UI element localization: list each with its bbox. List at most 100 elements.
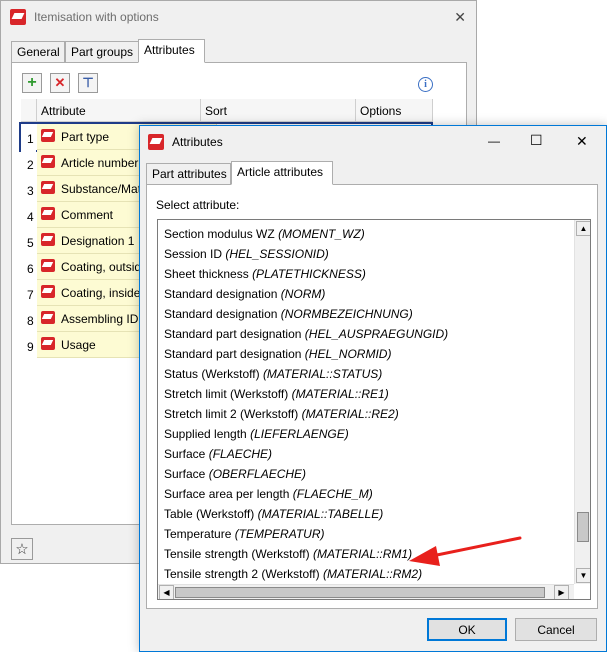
scroll-right-icon: ▶ <box>558 588 565 597</box>
list-item[interactable]: Table (Werkstoff) (MATERIAL::TABELLE) <box>164 504 383 524</box>
add-button[interactable]: + <box>22 73 42 93</box>
list-item-key: (HEL_NORMID) <box>304 347 392 361</box>
attribute-icon <box>41 129 55 142</box>
itemisation-title: Itemisation with options <box>34 10 159 24</box>
ok-button[interactable]: OK <box>427 618 507 641</box>
scroll-down-icon: ▼ <box>579 571 588 580</box>
list-item[interactable]: Supplied length (LIEFERLAENGE) <box>164 424 349 444</box>
vertical-scrollbar[interactable]: ▲ ▼ <box>574 220 590 584</box>
scroll-right-button[interactable]: ▶ <box>554 585 569 599</box>
article-attributes-panel: Select attribute: Section modulus WZ (MO… <box>146 184 598 609</box>
list-item-name: Standard part designation <box>164 347 302 361</box>
tab-article-attributes[interactable]: Article attributes <box>231 161 333 185</box>
attributes-titlebar: Attributes — ☐ ✕ <box>140 126 606 158</box>
properties-button[interactable]: ⊤ <box>78 73 98 93</box>
list-item-key: (PLATETHICKNESS) <box>252 267 366 281</box>
attribute-icon <box>41 285 55 298</box>
horizontal-scroll-thumb[interactable] <box>175 587 545 598</box>
list-item-name: Standard designation <box>164 287 278 301</box>
list-item-name: Standard designation <box>164 307 278 321</box>
minimize-icon[interactable]: — <box>488 134 500 148</box>
tab-attributes[interactable]: Attributes <box>138 39 205 63</box>
list-item-name: Temperature <box>164 527 232 541</box>
list-item[interactable]: Temperature (TEMPERATUR) <box>164 524 325 544</box>
tab-part-attributes[interactable]: Part attributes <box>146 163 231 185</box>
favorite-button[interactable]: ☆ <box>11 538 33 560</box>
list-item[interactable]: Surface area per length (FLAECHE_M) <box>164 484 373 504</box>
list-item[interactable]: Surface (FLAECHE) <box>164 444 272 464</box>
scroll-up-button[interactable]: ▲ <box>576 221 590 236</box>
properties-icon: ⊤ <box>82 75 94 90</box>
app-logo-icon <box>148 134 164 150</box>
row-number: 1 <box>21 124 36 150</box>
attributes-title: Attributes <box>172 135 223 149</box>
list-item-key: (MATERIAL::TABELLE) <box>257 507 384 521</box>
delete-button[interactable]: ✕ <box>50 73 70 93</box>
scroll-left-button[interactable]: ◀ <box>159 585 174 599</box>
tab-attributes-label: Attributes <box>144 43 195 57</box>
row-label: Part type <box>61 130 110 144</box>
list-item-key: (MATERIAL::RE2) <box>301 407 399 421</box>
list-item-name: Surface <box>164 467 206 481</box>
attributes-dialog: Attributes — ☐ ✕ Part attributes Article… <box>139 125 607 652</box>
row-label: Designation 1 <box>61 234 135 248</box>
list-item-name: Tensile strength 2 (Werkstoff) <box>164 567 320 581</box>
list-item[interactable]: Section modulus WZ (MOMENT_WZ) <box>164 224 365 244</box>
list-item-key: (OBERFLAECHE) <box>208 467 307 481</box>
list-item-key: (HEL_SESSIONID) <box>225 247 329 261</box>
list-item-name: Stretch limit 2 (Werkstoff) <box>164 407 299 421</box>
list-item[interactable]: Standard part designation (HEL_AUSPRAEGU… <box>164 324 448 344</box>
scroll-down-button[interactable]: ▼ <box>576 568 590 583</box>
itemisation-titlebar: Itemisation with options ✕ <box>1 1 476 33</box>
grid-header-attribute[interactable]: Attribute <box>37 99 201 122</box>
list-item[interactable]: Tensile strength 2 (Werkstoff) (MATERIAL… <box>164 564 422 584</box>
select-attribute-label: Select attribute: <box>156 198 240 212</box>
list-item-name: Section modulus WZ <box>164 227 275 241</box>
row-number: 9 <box>21 332 36 358</box>
list-item-name: Standard part designation <box>164 327 302 341</box>
list-item-name: Sheet thickness <box>164 267 249 281</box>
list-item[interactable]: Sheet thickness (PLATETHICKNESS) <box>164 264 366 284</box>
grid-header-attribute-label: Attribute <box>41 104 86 118</box>
row-label: Coating, inside <box>61 286 141 300</box>
vertical-scroll-thumb[interactable] <box>577 512 589 542</box>
maximize-icon[interactable]: ☐ <box>530 132 543 149</box>
close-icon[interactable]: ✕ <box>576 133 588 150</box>
row-number: 7 <box>21 280 36 306</box>
list-item[interactable]: Standard part designation (HEL_NORMID) <box>164 344 391 364</box>
list-item[interactable]: Surface (OBERFLAECHE) <box>164 464 306 484</box>
cancel-button[interactable]: Cancel <box>515 618 597 641</box>
tab-part-groups[interactable]: Part groups <box>65 41 139 63</box>
list-item[interactable]: Status (Werkstoff) (MATERIAL::STATUS) <box>164 364 382 384</box>
list-item-name: Table (Werkstoff) <box>164 507 255 521</box>
list-item[interactable]: Standard designation (NORMBEZEICHNUNG) <box>164 304 413 324</box>
horizontal-scrollbar[interactable]: ◀ ▶ <box>158 584 574 599</box>
list-item-key: (MATERIAL::RM2) <box>322 567 423 581</box>
list-item[interactable]: Tensile strength (Werkstoff) (MATERIAL::… <box>164 544 412 564</box>
list-item[interactable]: Stretch limit 2 (Werkstoff) (MATERIAL::R… <box>164 404 399 424</box>
list-item-key: (FLAECHE) <box>208 447 273 461</box>
list-item-key: (LIEFERLAENGE) <box>250 427 349 441</box>
scroll-left-icon: ◀ <box>163 588 170 597</box>
attribute-icon <box>41 259 55 272</box>
list-item[interactable]: Session ID (HEL_SESSIONID) <box>164 244 329 264</box>
list-item-name: Tensile strength (Werkstoff) <box>164 547 310 561</box>
row-number: 8 <box>21 306 36 332</box>
list-item[interactable]: Stretch limit (Werkstoff) (MATERIAL::RE1… <box>164 384 389 404</box>
grid-header-options[interactable]: Options <box>356 99 433 122</box>
row-label: Article number <box>61 156 139 170</box>
grid-header-corner <box>21 99 37 122</box>
list-item-name: Status (Werkstoff) <box>164 367 260 381</box>
tab-article-attributes-label: Article attributes <box>237 165 324 179</box>
attribute-listbox[interactable]: Section modulus WZ (MOMENT_WZ) Session ID… <box>157 219 591 600</box>
tab-general[interactable]: General <box>11 41 65 63</box>
grid-header-sort[interactable]: Sort <box>201 99 356 122</box>
close-icon[interactable]: ✕ <box>454 9 466 26</box>
row-number: 4 <box>21 202 36 228</box>
attribute-icon <box>41 337 55 350</box>
list-item-key: (FLAECHE_M) <box>292 487 373 501</box>
info-icon[interactable]: i <box>418 77 433 92</box>
list-item[interactable]: Standard designation (NORM) <box>164 284 325 304</box>
row-label: Comment <box>61 208 114 222</box>
add-icon: + <box>27 74 37 91</box>
